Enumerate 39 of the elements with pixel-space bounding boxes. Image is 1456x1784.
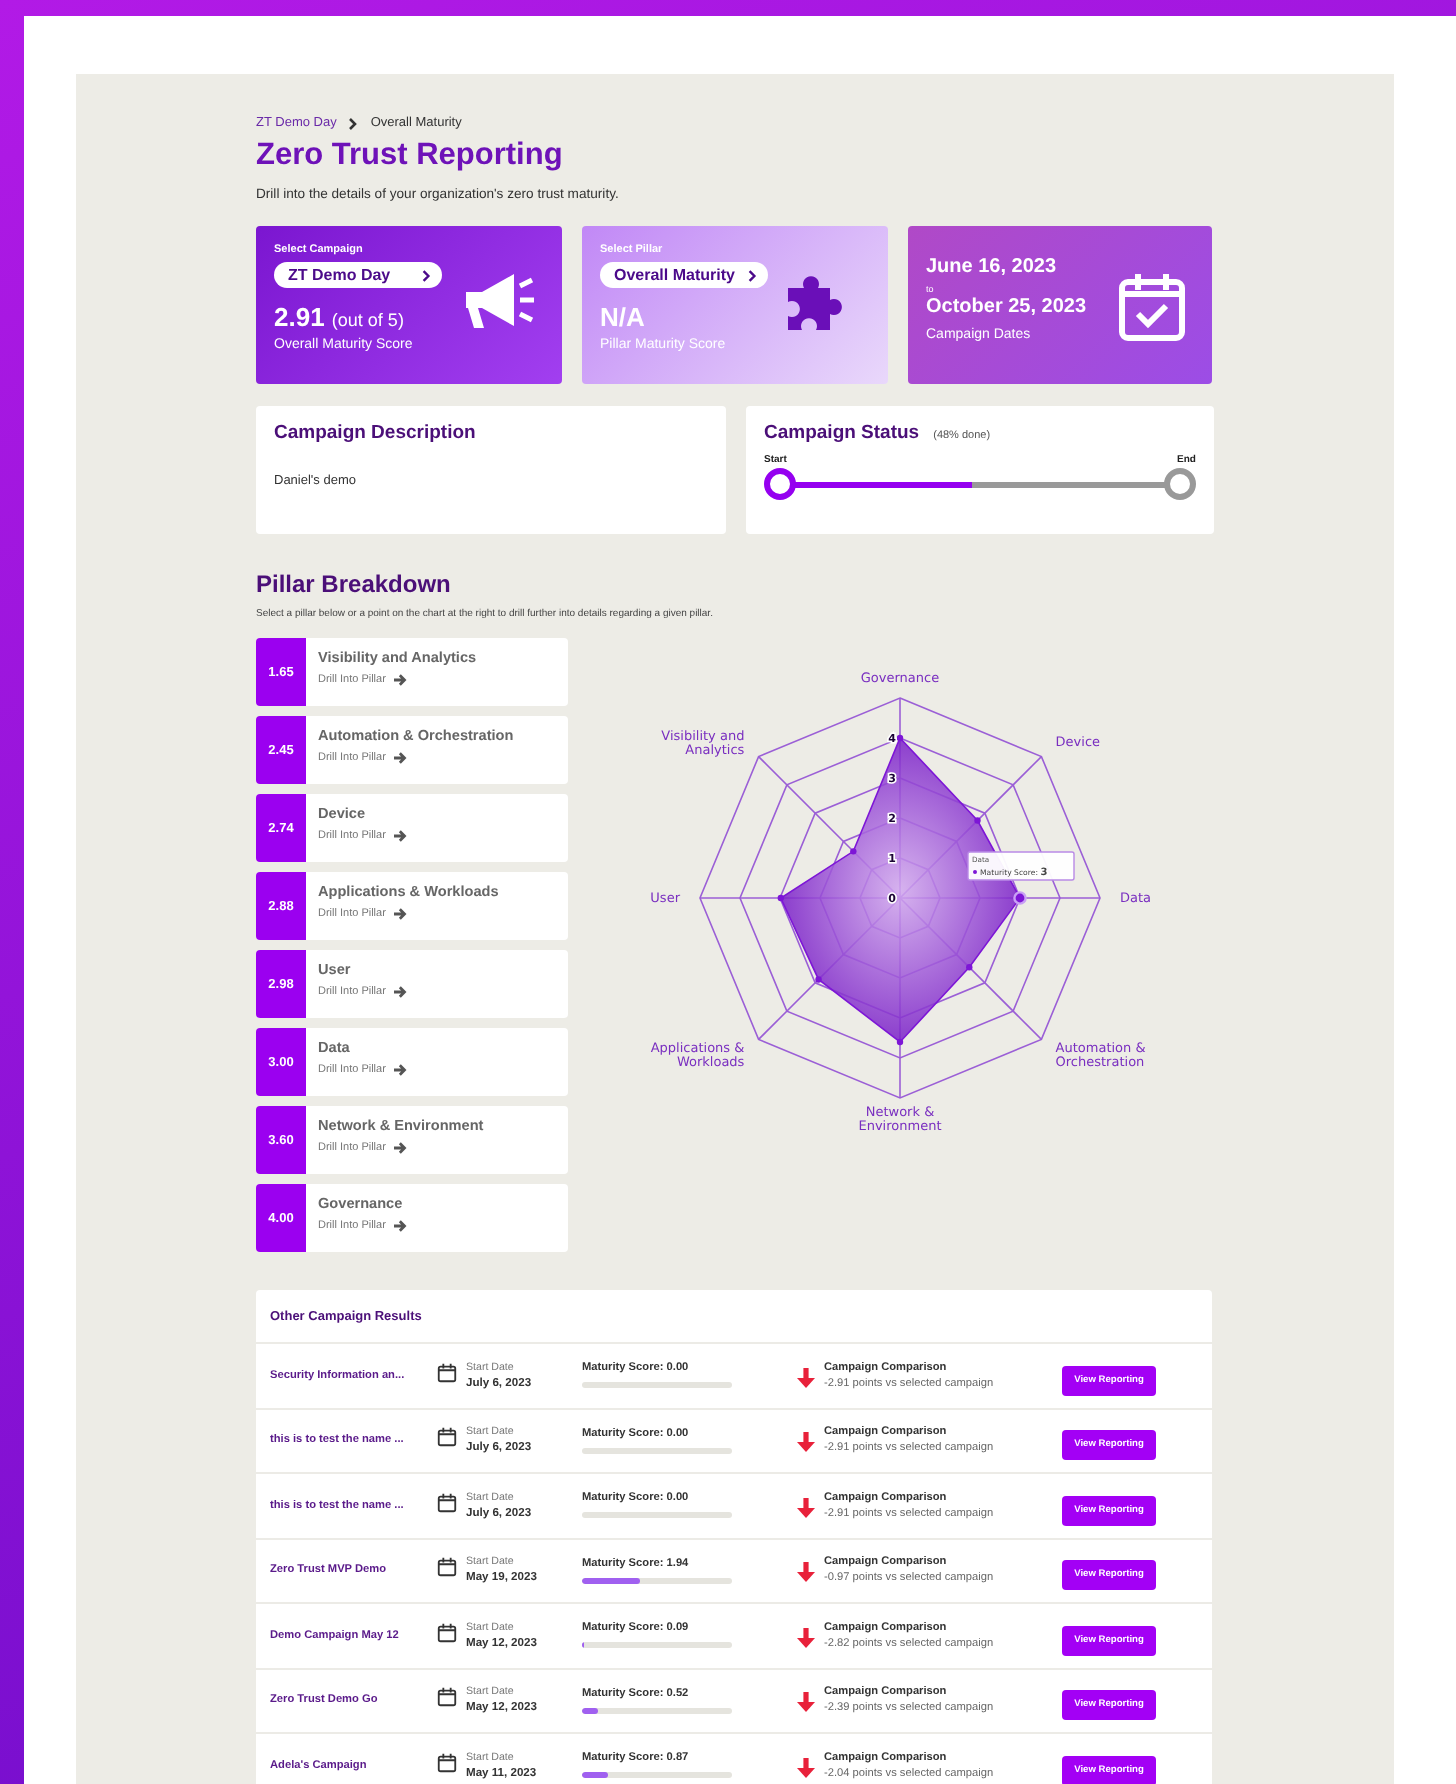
megaphone-icon	[462, 270, 538, 334]
calendar-icon	[436, 1751, 458, 1774]
page-title: Zero Trust Reporting	[256, 138, 565, 174]
arrow-right-icon	[393, 674, 408, 686]
end-date: October 25, 2023	[926, 296, 1089, 318]
card-title: Campaign Status	[764, 422, 920, 444]
arrow-down-icon	[796, 1432, 816, 1455]
arrow-down-icon	[796, 1562, 816, 1585]
calendar-icon	[436, 1686, 458, 1709]
arrow-right-icon	[393, 1142, 408, 1154]
arrow-down-icon	[796, 1367, 816, 1390]
pillar-select[interactable]: Overall Maturity	[600, 262, 768, 288]
puzzle-piece-icon	[784, 274, 844, 334]
calendar-icon	[436, 1621, 458, 1644]
arrow-right-icon	[393, 1220, 408, 1232]
overall-score: 2.91 (out of 5)	[274, 302, 406, 332]
card-title: Campaign Description	[274, 422, 478, 444]
arrow-right-icon	[393, 830, 408, 842]
arrow-down-icon	[796, 1497, 816, 1520]
arrow-right-icon	[393, 986, 408, 998]
section-title: Pillar Breakdown	[256, 570, 453, 598]
arrow-right-icon	[393, 908, 408, 920]
arrow-down-icon	[796, 1627, 816, 1650]
pillar-score: N/A	[600, 302, 647, 332]
start-date: June 16, 2023	[926, 256, 1059, 278]
arrow-right-icon	[393, 1064, 408, 1076]
chevron-icon	[746, 269, 758, 281]
calendar-icon	[436, 1361, 458, 1384]
campaign-select[interactable]: ZT Demo Day	[274, 262, 442, 288]
calendar-icon	[436, 1556, 458, 1579]
chevron-right-icon	[348, 117, 359, 129]
calendar-check-icon	[1118, 270, 1186, 342]
arrow-down-icon	[796, 1692, 816, 1715]
arrow-down-icon	[796, 1757, 816, 1780]
calendar-icon	[436, 1491, 458, 1514]
start-marker	[764, 468, 796, 500]
calendar-icon	[436, 1426, 458, 1449]
chevron-icon	[420, 269, 432, 281]
arrow-right-icon	[393, 752, 408, 764]
